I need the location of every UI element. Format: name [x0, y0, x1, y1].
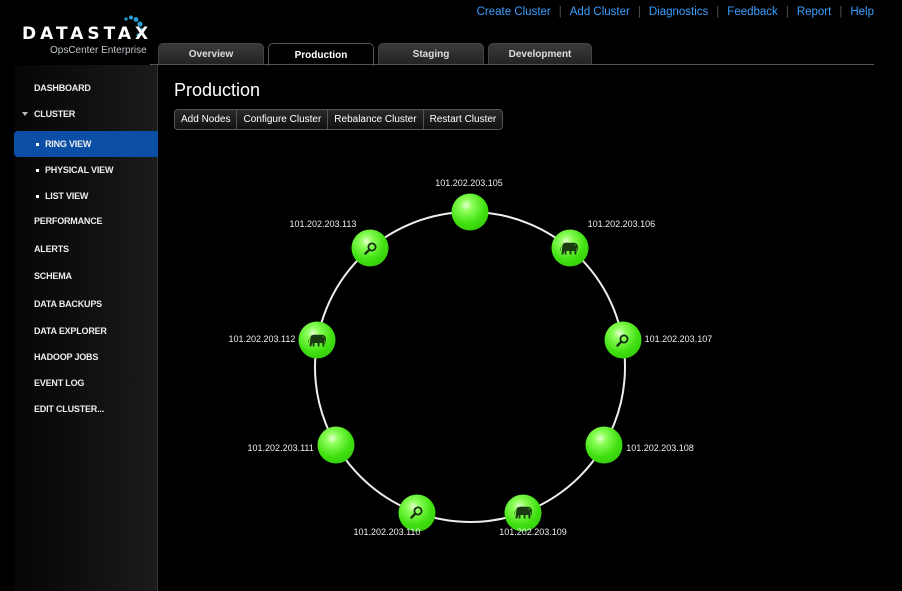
sidebar-item-event-log[interactable]: EVENT LOG [14, 370, 158, 396]
feedback-link[interactable]: Feedback [727, 6, 778, 18]
node-ip-label: 101.202.203.111 [247, 442, 314, 453]
sidebar-item-dashboard[interactable]: DASHBOARD [14, 75, 158, 101]
cluster-tabs: Overview Production Staging Development [158, 43, 592, 66]
sidebar-item-alerts[interactable]: ALERTS [14, 236, 158, 262]
sidebar: DASHBOARD CLUSTER RING VIEW PHYSICAL VIE… [14, 65, 158, 591]
configure-cluster-button[interactable]: Configure Cluster [237, 110, 329, 129]
sidebar-item-label: RING VIEW [45, 139, 92, 149]
cluster-actions: Add Nodes Configure Cluster Rebalance Cl… [174, 109, 504, 130]
magnifier-icon [363, 241, 377, 255]
node-ip-label: 101.202.203.105 [435, 178, 503, 188]
page-title: Production [174, 80, 261, 100]
magnifier-icon [410, 506, 424, 520]
ring-node-hadoop[interactable] [551, 229, 589, 267]
tab-divider [150, 64, 874, 65]
bullet-icon [36, 168, 39, 172]
sidebar-item-label: DASHBOARD [34, 83, 91, 93]
restart-cluster-button[interactable]: Restart Cluster [424, 110, 503, 129]
ring-node-search[interactable] [398, 494, 436, 532]
report-link[interactable]: Report [797, 6, 832, 18]
diagnostics-link[interactable]: Diagnostics [649, 6, 708, 18]
caret-down-icon [22, 112, 28, 116]
ring-node-cassandra[interactable] [317, 426, 355, 463]
sidebar-item-label: LIST VIEW [45, 191, 89, 201]
elephant-icon [307, 333, 327, 347]
sidebar-item-label: PHYSICAL VIEW [45, 165, 114, 175]
bullet-icon [36, 194, 39, 198]
sidebar-item-edit-cluster[interactable]: EDIT CLUSTER... [14, 396, 158, 422]
node-ip-label: 101.202.203.106 [587, 219, 656, 230]
sidebar-item-physical-view[interactable]: PHYSICAL VIEW [14, 157, 158, 183]
bullet-icon [36, 142, 39, 146]
node-ip-label: 101.202.203.108 [626, 442, 694, 453]
sidebar-item-hadoop-jobs[interactable]: HADOOP JOBS [14, 344, 158, 370]
tab-production[interactable]: Production [268, 43, 374, 66]
datastax-logo: DATASTAX OpsCenter Enterprise [20, 14, 150, 58]
tab-overview[interactable]: Overview [158, 43, 264, 65]
sidebar-item-label: EDIT CLUSTER... [34, 404, 105, 414]
sidebar-item-label: DATA BACKUPS [34, 299, 102, 309]
sidebar-item-data-backups[interactable]: DATA BACKUPS [14, 291, 158, 317]
magnifier-icon [616, 333, 630, 347]
ring-node-hadoop[interactable] [298, 321, 336, 359]
sidebar-item-label: HADOOP JOBS [34, 352, 99, 362]
add-nodes-button[interactable]: Add Nodes [175, 110, 238, 129]
sidebar-item-label: EVENT LOG [34, 378, 85, 388]
help-link[interactable]: Help [850, 6, 874, 18]
sidebar-item-label: ALERTS [34, 244, 69, 254]
sidebar-item-label: DATA EXPLORER [34, 326, 107, 336]
brand-subtitle: OpsCenter Enterprise [50, 45, 147, 56]
node-ip-label: 101.202.203.113 [289, 219, 357, 230]
sidebar-item-cluster[interactable]: CLUSTER [14, 101, 158, 127]
separator: | [637, 6, 641, 18]
sidebar-item-performance[interactable]: PERFORMANCE [14, 208, 158, 234]
elephant-icon [560, 241, 580, 255]
separator: | [558, 6, 562, 18]
top-links: Create Cluster | Add Cluster | Diagnosti… [477, 6, 874, 18]
sidebar-item-ring-view[interactable]: RING VIEW [14, 131, 158, 157]
tab-staging[interactable]: Staging [378, 43, 484, 65]
ring-node-search[interactable] [604, 321, 642, 359]
ring-node-hadoop[interactable] [504, 494, 542, 532]
separator: | [716, 6, 720, 18]
sidebar-item-label: CLUSTER [34, 109, 76, 119]
ring-node-cassandra[interactable] [451, 193, 489, 231]
node-ip-label: 101.202.203.112 [228, 334, 296, 345]
sidebar-item-schema[interactable]: SCHEMA [14, 263, 158, 289]
separator: | [839, 6, 843, 18]
separator: | [785, 6, 789, 18]
sidebar-item-label: SCHEMA [34, 271, 72, 281]
create-cluster-link[interactable]: Create Cluster [477, 6, 551, 18]
brand-name: DATASTAX [22, 24, 153, 44]
node-ip-label: 101.202.203.107 [644, 334, 713, 345]
ring-node-cassandra[interactable] [585, 426, 623, 463]
sidebar-item-list-view[interactable]: LIST VIEW [14, 183, 158, 209]
ring-node-search[interactable] [351, 229, 389, 267]
node-ip-label: 101.202.203.110 [353, 526, 421, 537]
node-ip-label: 101.202.203.109 [499, 526, 567, 537]
tab-development[interactable]: Development [488, 43, 592, 65]
add-cluster-link[interactable]: Add Cluster [570, 6, 630, 18]
sidebar-item-label: PERFORMANCE [34, 216, 103, 226]
elephant-icon [513, 506, 533, 520]
sidebar-item-data-explorer[interactable]: DATA EXPLORER [14, 318, 158, 344]
rebalance-cluster-button[interactable]: Rebalance Cluster [328, 110, 424, 129]
